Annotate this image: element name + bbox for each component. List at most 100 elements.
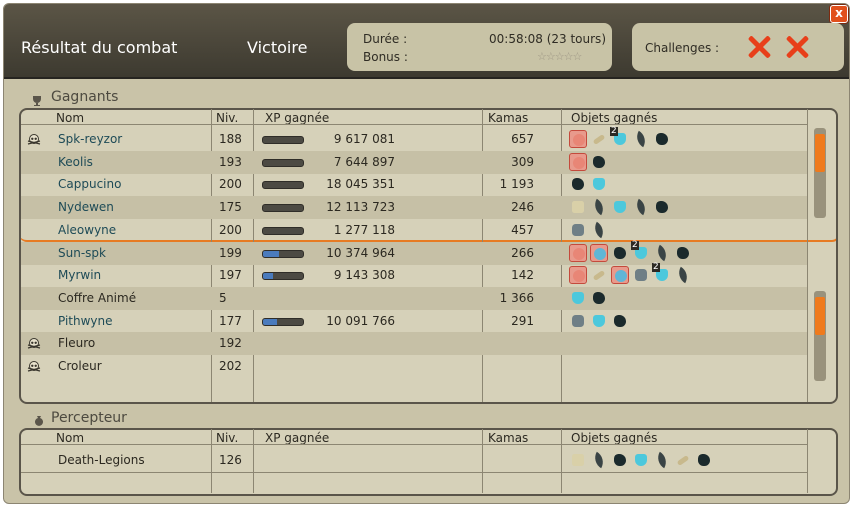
scrollbar-thumb[interactable] — [815, 134, 825, 172]
col-kamas: Kamas — [488, 111, 529, 125]
scrollbar-top[interactable] — [814, 128, 826, 218]
table-row[interactable]: Cappucino 200 18 045 351 1 193 — [21, 173, 807, 196]
col-kamas: Kamas — [488, 431, 529, 445]
xp-progress-fill — [263, 318, 277, 325]
feather-item-icon[interactable] — [590, 451, 608, 469]
player-name[interactable]: Sun-spk — [58, 246, 106, 260]
col-divider — [807, 109, 808, 402]
item-quantity: 2 — [610, 126, 618, 136]
table-row[interactable]: Pithwyne 177 10 091 766 291 — [21, 310, 807, 333]
boot-item-icon[interactable] — [653, 130, 671, 148]
trophy-icon — [31, 92, 43, 106]
table-row[interactable]: Sun-spk 199 10 374 964 266 2 — [21, 240, 807, 265]
player-name[interactable]: Pithwyne — [58, 314, 113, 328]
stone-item-icon[interactable] — [569, 312, 587, 330]
potion-item-icon[interactable] — [632, 451, 650, 469]
feather-item-icon[interactable] — [674, 266, 692, 284]
cloth-item-icon[interactable] — [569, 198, 587, 216]
xp-progress-bar — [262, 226, 304, 235]
boot-item-icon[interactable] — [653, 198, 671, 216]
player-name[interactable]: Aleowyne — [58, 223, 116, 237]
col-xp: XP gagnée — [265, 431, 330, 445]
col-divider — [807, 429, 808, 493]
boot-item-icon[interactable] — [611, 312, 629, 330]
player-name[interactable]: Croleur — [58, 359, 102, 373]
boot-item-icon[interactable] — [611, 451, 629, 469]
player-kamas: 266 — [511, 245, 534, 260]
paw-item-icon[interactable] — [569, 243, 587, 262]
pet-item-icon[interactable] — [590, 243, 608, 262]
potion-item-icon[interactable]: 2 — [631, 240, 650, 262]
cloth-item-icon[interactable] — [569, 451, 587, 469]
paw-item-icon[interactable] — [569, 266, 587, 285]
challenge-failed-icon[interactable] — [747, 35, 771, 59]
player-level: 200 — [219, 222, 242, 237]
xp-progress-fill — [263, 250, 279, 257]
player-name[interactable]: Death-Legions — [58, 453, 145, 467]
potion-item-icon[interactable] — [590, 312, 608, 330]
col-items: Objets gagnés — [571, 431, 658, 445]
table-row[interactable]: Nydewen 175 12 113 723 246 — [21, 196, 807, 220]
scrollbar-bottom[interactable] — [814, 291, 826, 381]
player-name[interactable]: Coffre Animé — [58, 291, 136, 305]
potion-item-icon[interactable]: 2 — [610, 126, 629, 148]
dead-skull-icon — [27, 336, 41, 350]
player-name[interactable]: Spk-reyzor — [58, 132, 122, 146]
paw-item-icon[interactable] — [569, 130, 587, 148]
potion-item-icon[interactable] — [590, 175, 608, 193]
row-divider — [21, 472, 807, 473]
player-name[interactable]: Fleuro — [58, 336, 95, 350]
player-name[interactable]: Cappucino — [58, 177, 121, 191]
player-name[interactable]: Nydewen — [58, 200, 114, 214]
table-row[interactable]: Death-Legions 126 — [21, 449, 807, 472]
challenge-failed-icon[interactable] — [785, 35, 809, 59]
table-row[interactable]: Fleuro 192 — [21, 332, 807, 356]
feather-item-icon[interactable] — [653, 244, 671, 262]
boot-item-icon[interactable] — [569, 175, 587, 193]
won-items — [569, 175, 608, 193]
table-row[interactable]: Myrwin 197 9 143 308 142 2 — [21, 263, 807, 287]
player-name[interactable]: Myrwin — [58, 268, 101, 282]
boot-item-icon[interactable] — [590, 289, 608, 307]
won-items: 2 — [569, 240, 692, 262]
feather-item-icon[interactable] — [632, 130, 650, 148]
table-row[interactable]: Spk-reyzor 188 9 617 081 657 2 — [21, 126, 807, 151]
stone-item-icon[interactable] — [632, 266, 650, 284]
boot-item-icon[interactable] — [695, 451, 713, 469]
won-items — [569, 221, 608, 239]
fight-result-window: x Résultat du combat Victoire Durée : 00… — [3, 3, 850, 504]
feather-item-icon[interactable] — [590, 198, 608, 216]
table-row[interactable]: Coffre Animé 5 1 366 — [21, 286, 807, 310]
boot-item-icon[interactable] — [674, 244, 692, 262]
table-row[interactable]: Keolis 193 7 644 897 309 — [21, 150, 807, 174]
player-level: 193 — [219, 154, 242, 169]
paw-item-icon[interactable] — [569, 152, 587, 171]
bone-item-icon[interactable] — [590, 130, 608, 148]
won-items — [569, 289, 608, 307]
feather-item-icon[interactable] — [590, 221, 608, 239]
stone-item-icon[interactable] — [569, 221, 587, 239]
potion-item-icon[interactable]: 2 — [652, 263, 671, 284]
scrollbar-thumb[interactable] — [815, 297, 825, 335]
potion-item-icon[interactable] — [611, 198, 629, 216]
collector-section-title: Percepteur — [51, 410, 127, 426]
boot-item-icon[interactable] — [611, 244, 629, 262]
feather-item-icon[interactable] — [632, 198, 650, 216]
player-level: 188 — [219, 132, 242, 146]
player-kamas: 657 — [511, 132, 534, 146]
feather-item-icon[interactable] — [653, 451, 671, 469]
challenges-box: Challenges : — [632, 23, 844, 71]
header-divider — [21, 444, 807, 445]
player-level: 5 — [219, 290, 227, 305]
close-icon[interactable]: x — [830, 5, 848, 23]
col-level: Niv. — [216, 431, 239, 445]
table-row[interactable]: Croleur 202 — [21, 355, 807, 378]
player-name[interactable]: Keolis — [58, 155, 93, 169]
boot-item-icon[interactable] — [590, 153, 608, 171]
bone-item-icon[interactable] — [590, 266, 608, 284]
player-xp: 1 277 118 — [333, 222, 395, 237]
pet-item-icon[interactable] — [611, 266, 629, 285]
potion-item-icon[interactable] — [569, 289, 587, 307]
table-row[interactable]: Aleowyne 200 1 277 118 457 — [21, 219, 807, 242]
bone-item-icon[interactable] — [674, 451, 692, 469]
